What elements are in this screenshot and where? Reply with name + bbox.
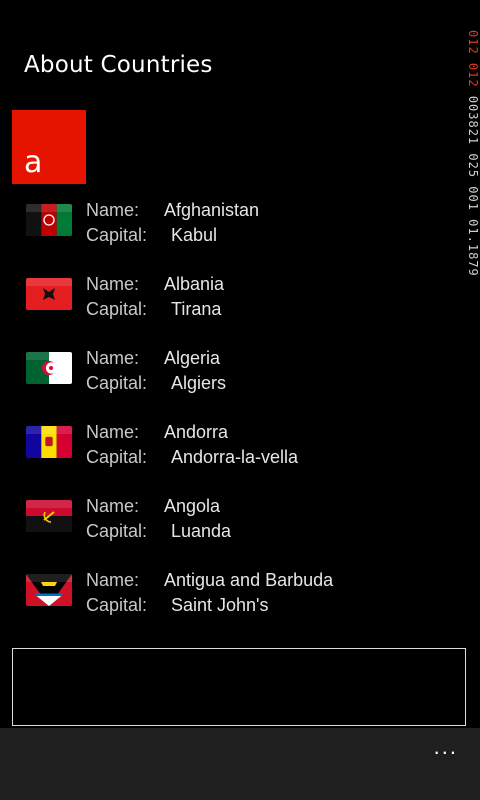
country-capital: Algiers: [171, 373, 227, 393]
readout-red: 012 012: [466, 30, 480, 88]
capital-label: Capital:: [86, 299, 148, 319]
country-capital: Tirana: [171, 299, 222, 319]
list-item[interactable]: Name: Afghanistan Capital: Kabul: [0, 196, 460, 270]
page-title: About Countries: [24, 52, 213, 78]
capital-label: Capital:: [86, 225, 148, 245]
name-label: Name:: [86, 348, 140, 368]
capital-label: Capital:: [86, 595, 148, 615]
capital-label: Capital:: [86, 521, 148, 541]
albania-flag-icon: [26, 278, 72, 310]
country-name: Andorra: [164, 422, 229, 442]
capital-label: Capital:: [86, 373, 148, 393]
angola-flag-icon: [26, 500, 72, 532]
antigua-flag-icon: [26, 574, 72, 606]
memory-counter-readout: 012 012 003821 025 001 01.1879: [466, 30, 480, 277]
application-bar: ...: [0, 728, 480, 800]
country-capital: Luanda: [171, 521, 232, 541]
name-label: Name:: [86, 422, 140, 442]
country-capital: Saint John's: [171, 595, 269, 615]
country-name: Antigua and Barbuda: [164, 570, 334, 590]
country-name: Angola: [164, 496, 221, 516]
name-label: Name:: [86, 570, 140, 590]
name-label: Name:: [86, 496, 140, 516]
capital-label: Capital:: [86, 447, 148, 467]
more-options-button[interactable]: ...: [434, 734, 458, 760]
group-letter: a: [24, 145, 43, 180]
text-input-box[interactable]: [12, 648, 466, 726]
list-item[interactable]: Name: Algeria Capital: Algiers: [0, 344, 460, 418]
readout-white: 003821 025 001 01.1879: [466, 95, 480, 277]
country-name: Albania: [164, 274, 225, 294]
country-name: Afghanistan: [164, 200, 260, 220]
country-list: Name: Afghanistan Capital: Kabul Name: A…: [0, 196, 460, 640]
group-header-tile[interactable]: a: [12, 110, 86, 184]
list-item[interactable]: Name: Angola Capital: Luanda: [0, 492, 460, 566]
screen: About Countries a Name: Afghanistan Capi…: [0, 0, 480, 800]
country-capital: Kabul: [171, 225, 218, 245]
afghanistan-flag-icon: [26, 204, 72, 236]
algeria-flag-icon: [26, 352, 72, 384]
country-name: Algeria: [164, 348, 221, 368]
list-item[interactable]: Name: Albania Capital: Tirana: [0, 270, 460, 344]
name-label: Name:: [86, 200, 140, 220]
list-item[interactable]: Name: Andorra Capital: Andorra-la-vella: [0, 418, 460, 492]
andorra-flag-icon: [26, 426, 72, 458]
list-item[interactable]: Name: Antigua and Barbuda Capital: Saint…: [0, 566, 460, 640]
name-label: Name:: [86, 274, 140, 294]
country-capital: Andorra-la-vella: [171, 447, 299, 467]
